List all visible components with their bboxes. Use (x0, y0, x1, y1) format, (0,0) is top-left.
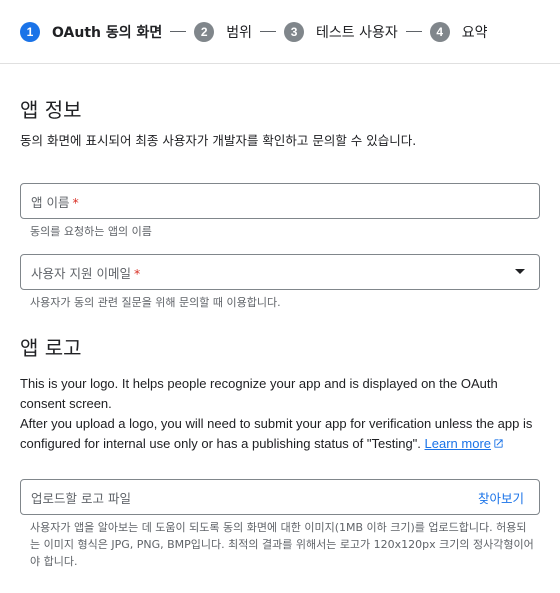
logo-desc-line1: This is your logo. It helps people recog… (20, 376, 498, 411)
support-email-select[interactable]: 사용자 지원 이메일 * (20, 254, 540, 290)
app-logo-title: 앱 로고 (20, 336, 82, 360)
step-scopes[interactable]: 2 범위 (194, 21, 253, 42)
step-test-users[interactable]: 3 테스트 사용자 (284, 21, 398, 42)
learn-more-link[interactable]: Learn more (425, 436, 504, 451)
required-marker: * (72, 194, 79, 210)
open-in-new-icon (494, 439, 503, 448)
logo-upload-label: 업로드할 로고 파일 (31, 490, 131, 506)
step-number: 3 (284, 21, 305, 42)
app-info-description: 동의 화면에 표시되어 최종 사용자가 개발자를 확인하고 문의할 수 있습니다… (20, 133, 417, 148)
step-oauth-consent[interactable]: 1 OAuth 동의 화면 (20, 21, 163, 42)
step-number: 2 (194, 21, 215, 42)
form-content: 앱 정보 동의 화면에 표시되어 최종 사용자가 개발자를 확인하고 문의할 수… (0, 97, 560, 570)
step-number: 1 (20, 21, 40, 42)
logo-upload-hint: 사용자가 앱을 알아보는 데 도움이 되도록 동의 화면에 대한 이미지(1MB… (30, 521, 534, 568)
app-name-label: 앱 이름 * (31, 194, 79, 210)
logo-upload-field[interactable]: 업로드할 로고 파일 찾아보기 (20, 479, 540, 515)
step-separator (170, 31, 187, 32)
browse-button[interactable]: 찾아보기 (478, 488, 524, 507)
step-summary[interactable]: 4 요약 (429, 21, 488, 42)
logo-desc-line2: After you upload a logo, you will need t… (20, 416, 533, 451)
step-separator (405, 31, 422, 32)
app-info-title: 앱 정보 (20, 98, 82, 122)
dropdown-arrow-icon[interactable] (515, 269, 525, 274)
step-separator (260, 31, 277, 32)
stepper: 1 OAuth 동의 화면 2 범위 3 테스트 사용자 4 요약 (0, 0, 560, 64)
required-marker: * (133, 265, 141, 281)
app-name-hint: 동의를 요청하는 앱의 이름 (30, 225, 152, 238)
step-label: 범위 (226, 24, 253, 41)
app-name-field[interactable]: 앱 이름 * (20, 183, 540, 219)
app-logo-description: This is your logo. It helps people recog… (20, 374, 540, 454)
support-email-label: 사용자 지원 이메일 * (31, 265, 141, 281)
step-label: 테스트 사용자 (316, 24, 398, 41)
step-label: 요약 (461, 24, 488, 41)
step-label: OAuth 동의 화면 (52, 24, 163, 41)
support-email-hint: 사용자가 동의 관련 질문을 위해 문의할 때 이용합니다. (30, 296, 281, 309)
step-number: 4 (429, 21, 450, 42)
